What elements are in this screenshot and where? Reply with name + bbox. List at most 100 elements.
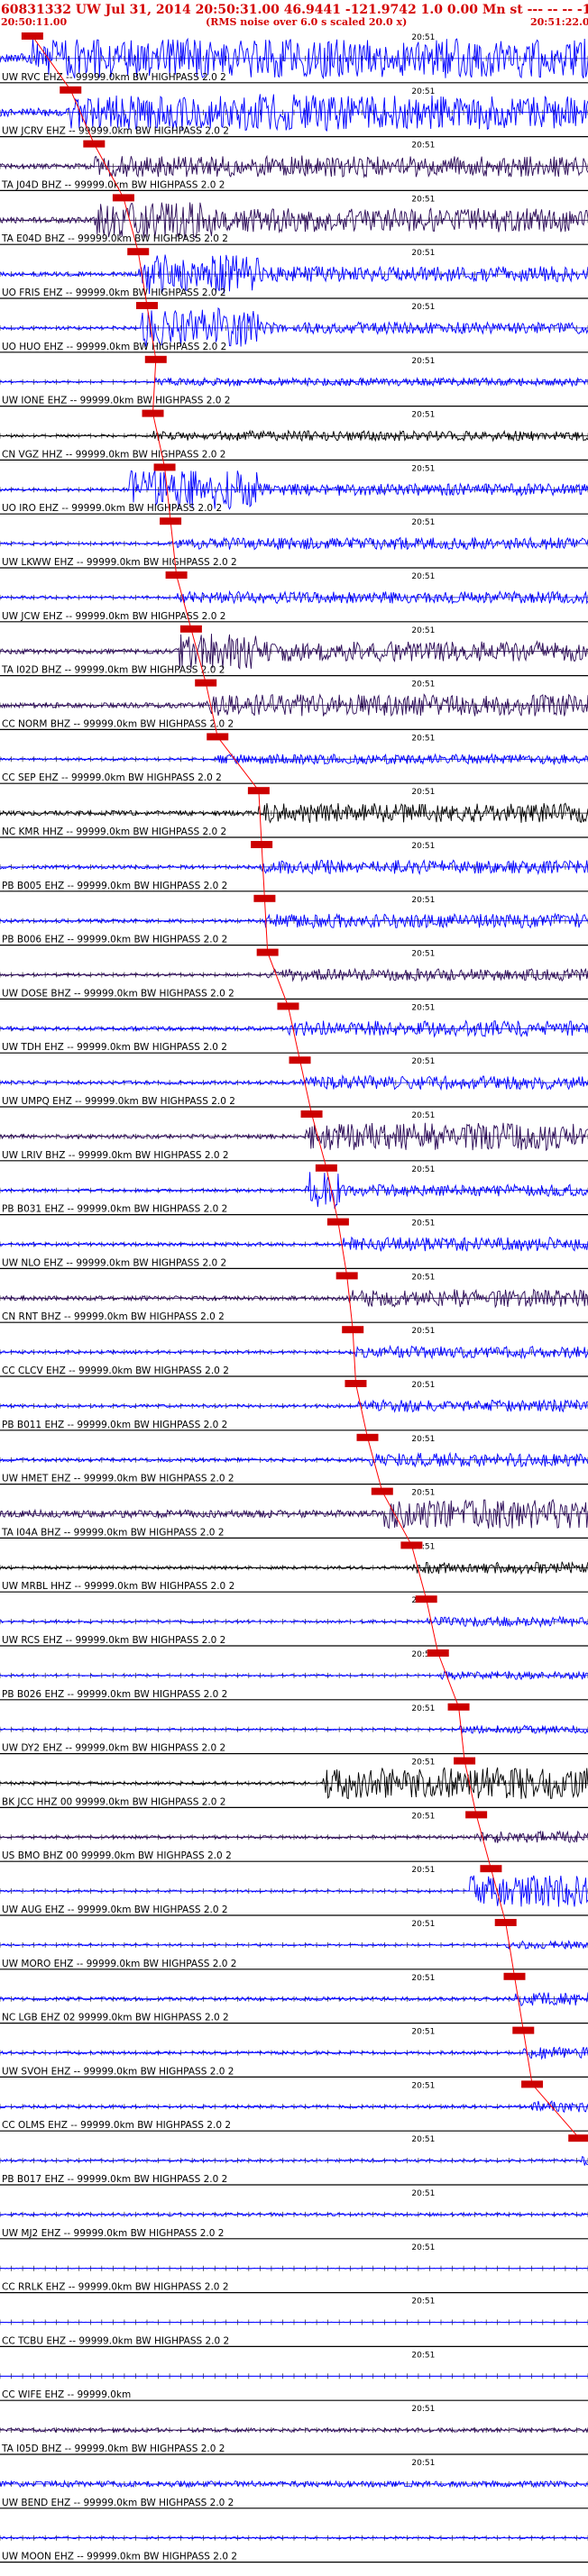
- time-mark: 20:51: [411, 1165, 435, 1174]
- station-label: UW SVOH EHZ -- 99999.0km BW HIGHPASS 2.0…: [2, 2066, 234, 2077]
- station-label: PB B006 EHZ -- 99999.0km BW HIGHPASS 2.0…: [2, 935, 227, 945]
- trace-row: PB B031 EHZ -- 99999.0km BW HIGHPASS 2.0…: [0, 1165, 588, 1216]
- trace-row: UW IONE EHZ -- 99999.0km BW HIGHPASS 2.0…: [0, 357, 588, 407]
- trace-row: CC TCBU EHZ -- 99999.0km BW HIGHPASS 2.0…: [0, 2297, 588, 2347]
- station-label: CN VGZ HHZ -- 99999.0km BW HIGHPASS 2.0 …: [2, 449, 225, 460]
- trace-row: UW DOSE BHZ -- 99999.0km BW HIGHPASS 2.0…: [0, 950, 588, 1000]
- time-mark: 20:51: [411, 142, 435, 151]
- pick-marker: [144, 355, 167, 363]
- pick-marker: [253, 894, 276, 902]
- pick-marker: [83, 140, 106, 148]
- pick-marker: [247, 787, 270, 795]
- trace-row: TA J04D BHZ -- 99999.0km BW HIGHPASS 2.0…: [0, 142, 588, 191]
- station-label: UW RVC EHZ -- 99999.0km BW HIGHPASS 2.0 …: [2, 72, 226, 83]
- pick-marker: [289, 1056, 311, 1064]
- time-mark: 20:51: [411, 2081, 435, 2090]
- trace-row: UW RVC EHZ -- 99999.0km BW HIGHPASS 2.0 …: [0, 33, 588, 84]
- station-label: UW MOON EHZ -- 99999.0km BW HIGHPASS 2.0…: [2, 2552, 237, 2562]
- pick-marker: [356, 1433, 379, 1441]
- trace-row: CC CLCV EHZ -- 99999.0km BW HIGHPASS 2.0…: [0, 1327, 588, 1377]
- trace-row: NC LGB EHZ 02 99999.0km BW HIGHPASS 2.0 …: [0, 1974, 588, 2024]
- time-mark: 20:51: [411, 2243, 435, 2252]
- trace-row: CN VGZ HHZ -- 99999.0km BW HIGHPASS 2.0 …: [0, 411, 588, 461]
- trace-row: UO FRIS EHZ -- 99999.0km BW HIGHPASS 2.0…: [0, 249, 588, 299]
- pick-marker: [277, 1002, 299, 1010]
- station-label: PB B031 EHZ -- 99999.0km BW HIGHPASS 2.0…: [2, 1204, 227, 1215]
- trace-row: UW MJ2 EHZ -- 99999.0km BW HIGHPASS 2.0 …: [0, 2189, 588, 2240]
- trace-row: TA I04A BHZ -- 99999.0km BW HIGHPASS 2.0…: [0, 1489, 588, 1539]
- trace-row: PB B006 EHZ -- 99999.0km BW HIGHPASS 2.0…: [0, 896, 588, 946]
- station-label: TA I05D BHZ -- 99999.0km BW HIGHPASS 2.0…: [1, 2444, 225, 2454]
- pick-marker: [207, 733, 229, 741]
- station-label: UW HMET EHZ -- 99999.0km BW HIGHPASS 2.0…: [2, 1474, 234, 1484]
- pick-marker: [465, 1811, 488, 1819]
- time-mark: 20:51: [411, 411, 435, 420]
- trace-row: UW MORO EHZ -- 99999.0km BW HIGHPASS 2.0…: [0, 1920, 588, 1970]
- station-label: UW NLO EHZ -- 99999.0km BW HIGHPASS 2.0 …: [2, 1257, 226, 1268]
- trace-row: US BMO BHZ 00 99999.0km BW HIGHPASS 2.0 …: [0, 1812, 588, 1862]
- station-label: CC OLMS EHZ -- 99999.0km BW HIGHPASS 2.0…: [2, 2120, 231, 2131]
- time-mark: 20:51: [411, 195, 435, 204]
- start-time: 20:50:11.00: [1, 16, 68, 28]
- time-mark: 20:51: [411, 681, 435, 690]
- end-time: 20:51:22.00: [530, 16, 588, 28]
- trace-row: UW BEND EHZ -- 99999.0km BW HIGHPASS 2.0…: [0, 2459, 588, 2509]
- seismogram-plot: 60831332 UW Jul 31, 2014 20:50:31.00 46.…: [0, 3, 588, 2563]
- time-mark: 20:51: [411, 1219, 435, 1229]
- trace-row: TA I05D BHZ -- 99999.0km BW HIGHPASS 2.0…: [0, 2405, 588, 2455]
- pick-marker: [342, 1326, 364, 1334]
- trace-row: UO IRO EHZ -- 99999.0km BW HIGHPASS 2.0 …: [0, 464, 588, 515]
- time-mark: 20:51: [411, 734, 435, 743]
- pick-marker: [251, 841, 273, 848]
- time-mark: 20:51: [411, 1866, 435, 1875]
- time-mark: 20:51: [411, 1057, 435, 1066]
- station-label: UW DOSE BHZ -- 99999.0km BW HIGHPASS 2.0…: [2, 988, 234, 999]
- station-label: UW MORO EHZ -- 99999.0km BW HIGHPASS 2.0…: [2, 1959, 236, 1969]
- station-label: BK JCC HHZ 00 99999.0km BW HIGHPASS 2.0 …: [2, 1796, 225, 1807]
- time-mark: 20:51: [411, 2135, 435, 2144]
- trace-row: CC NORM BHZ -- 99999.0km BW HIGHPASS 2.0…: [0, 681, 588, 731]
- time-mark: 20:51: [411, 2459, 435, 2468]
- station-label: UW TDH EHZ -- 99999.0km BW HIGHPASS 2.0 …: [2, 1042, 227, 1053]
- station-label: UW LRIV BHZ -- 99999.0km BW HIGHPASS 2.0…: [2, 1150, 229, 1161]
- time-mark: 20:51: [411, 1974, 435, 1983]
- trace-row: UW HMET EHZ -- 99999.0km BW HIGHPASS 2.0…: [0, 1435, 588, 1485]
- trace-row: CC WIFE EHZ -- 99999.0km 20:51: [0, 2351, 588, 2401]
- station-label: UW AUG EHZ -- 99999.0km BW HIGHPASS 2.0 …: [2, 1905, 228, 1915]
- time-mark: 20:51: [411, 1812, 435, 1821]
- station-label: CC WIFE EHZ -- 99999.0km: [2, 2389, 131, 2400]
- trace-row: UW NLO EHZ -- 99999.0km BW HIGHPASS 2.0 …: [0, 1219, 588, 1270]
- trace-row: BK JCC HHZ 00 99999.0km BW HIGHPASS 2.0 …: [0, 1758, 588, 1809]
- trace-row: UW JCW EHZ -- 99999.0km BW HIGHPASS 2.0 …: [0, 572, 588, 623]
- time-mark: 20:51: [411, 1758, 435, 1768]
- time-mark: 20:51: [411, 2405, 435, 2414]
- pick-marker: [400, 1541, 423, 1549]
- time-mark: 20:51: [411, 572, 435, 581]
- time-mark: 20:51: [411, 1003, 435, 1012]
- pick-marker: [335, 1272, 358, 1280]
- pick-marker: [512, 2026, 535, 2034]
- trace-row: PB B017 EHZ -- 99999.0km BW HIGHPASS 2.0…: [0, 2135, 588, 2186]
- trace-row: UW UMPQ EHZ -- 99999.0km BW HIGHPASS 2.0…: [0, 1057, 588, 1108]
- trace-row: UW MOON EHZ -- 99999.0km BW HIGHPASS 2.0…: [0, 2535, 588, 2563]
- time-mark: 20:51: [411, 1111, 435, 1120]
- time-mark: 20:51: [411, 1489, 435, 1498]
- station-label: PB B011 EHZ -- 99999.0km BW HIGHPASS 2.0…: [2, 1420, 227, 1430]
- time-mark: 20:51: [411, 1920, 435, 1929]
- trace-row: TA E04D BHZ -- 99999.0km BW HIGHPASS 2.0…: [0, 195, 588, 245]
- time-mark: 20:51: [411, 357, 435, 366]
- station-label: CC TCBU EHZ -- 99999.0km BW HIGHPASS 2.0…: [2, 2335, 229, 2346]
- time-mark: 20:51: [411, 2351, 435, 2360]
- pick-marker: [60, 86, 82, 94]
- time-mark: 20:51: [411, 2028, 435, 2037]
- time-mark: 20:51: [411, 1381, 435, 1390]
- time-mark: 20:51: [411, 788, 435, 797]
- time-mark: 20:51: [411, 842, 435, 851]
- traces-layer: UW RVC EHZ -- 99999.0km BW HIGHPASS 2.0 …: [0, 33, 588, 2563]
- trace-row: UO HUO EHZ -- 99999.0km BW HIGHPASS 2.0 …: [0, 303, 588, 353]
- time-mark: 20:51: [411, 2297, 435, 2307]
- time-mark: 20:51: [411, 464, 435, 473]
- time-mark: 20:51: [411, 896, 435, 905]
- trace-row: PB B011 EHZ -- 99999.0km BW HIGHPASS 2.0…: [0, 1381, 588, 1431]
- station-label: UW LKWW EHZ -- 99999.0km BW HIGHPASS 2.0…: [2, 557, 237, 568]
